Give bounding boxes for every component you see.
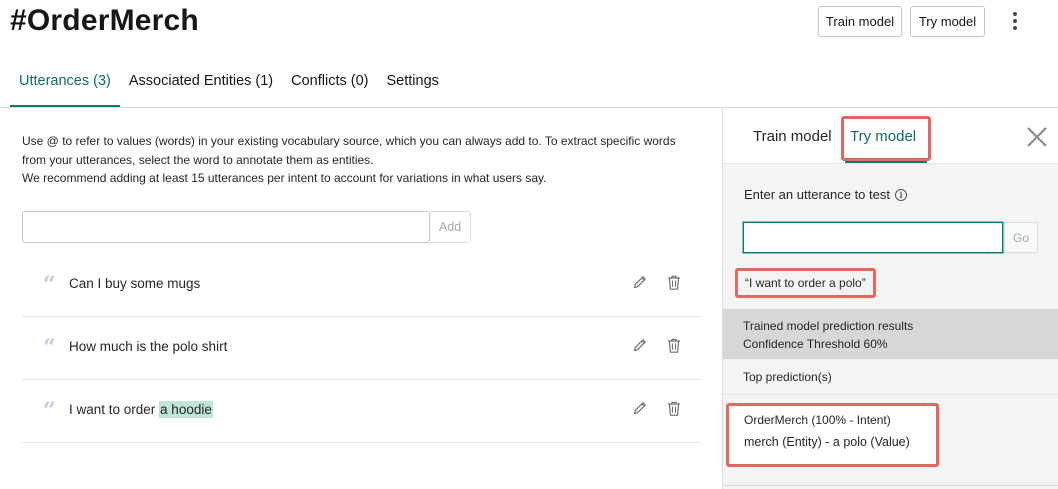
panel-tab-try-model[interactable]: Try model <box>850 128 916 145</box>
confidence-threshold: Confidence Threshold 60% <box>743 337 888 351</box>
utterance-text: How much is the polo shirt <box>69 339 227 354</box>
tab-associated-entities[interactable]: Associated Entities (1) <box>120 62 282 107</box>
description-line: from your utterances, select the word to… <box>22 152 374 167</box>
prediction-result: OrderMerch (100% - Intent) merch (Entity… <box>726 403 939 467</box>
utterance-prefix: Can I buy some mugs <box>69 276 201 291</box>
utterance-row[interactable]: “ I want to order a hoodie <box>22 380 702 443</box>
add-utterance-button[interactable]: Add <box>430 211 471 243</box>
utterances-description: Use @ to refer to values (words) in your… <box>22 132 702 188</box>
trash-icon[interactable] <box>665 272 683 292</box>
test-input-label: Enter an utterance to test i <box>744 187 907 202</box>
intent-tabs: Utterances (3) Associated Entities (1) C… <box>10 62 448 108</box>
results-title: Trained model prediction results <box>743 319 914 333</box>
trash-icon[interactable] <box>665 335 683 355</box>
overflow-menu-vertical-icon[interactable] <box>1005 10 1025 32</box>
test-utterance-input[interactable] <box>743 222 1003 253</box>
utterances-panel: Use @ to refer to values (words) in your… <box>0 108 722 489</box>
info-icon[interactable]: i <box>894 188 907 201</box>
predictions-divider <box>723 394 1058 395</box>
utterance-row[interactable]: “ Can I buy some mugs <box>22 254 702 317</box>
edit-icon[interactable] <box>631 398 649 418</box>
train-model-button[interactable]: Train model <box>818 6 902 37</box>
prediction-results-header: Trained model prediction results Confide… <box>723 309 1058 359</box>
close-icon[interactable] <box>1025 125 1049 149</box>
utterance-text: I want to order a hoodie <box>69 401 213 418</box>
try-model-panel: Train model Try model Enter an utterance… <box>722 108 1058 489</box>
description-line: We recommend adding at least 15 utteranc… <box>22 171 547 185</box>
top-predictions-label: Top prediction(s) <box>743 370 832 384</box>
try-model-body: Enter an utterance to test i Go “I want … <box>723 164 1058 489</box>
try-model-button[interactable]: Try model <box>910 6 985 37</box>
utterance-prefix: I want to order <box>69 402 160 417</box>
edit-icon[interactable] <box>631 272 649 292</box>
utterance-text: Can I buy some mugs <box>69 276 200 291</box>
tab-settings[interactable]: Settings <box>378 62 448 107</box>
entity-annotation[interactable]: a hoodie <box>159 401 213 418</box>
panel-tab-train-model[interactable]: Train model <box>753 128 832 145</box>
tab-conflicts[interactable]: Conflicts (0) <box>282 62 377 107</box>
page-title: #OrderMerch <box>10 4 199 37</box>
utterance-prefix: How much is the polo shirt <box>69 339 228 354</box>
predicted-entity: merch (Entity) - a polo (Value) <box>744 435 910 449</box>
panel-bottom-divider <box>723 485 1058 486</box>
quote-icon: “ <box>43 335 56 361</box>
go-button[interactable]: Go <box>1004 222 1038 253</box>
tested-utterance: “I want to order a polo” <box>735 268 876 298</box>
edit-icon[interactable] <box>631 335 649 355</box>
predicted-intent: OrderMerch (100% - Intent) <box>744 413 891 427</box>
quote-icon: “ <box>43 398 56 424</box>
quote-icon: “ <box>43 272 56 298</box>
trash-icon[interactable] <box>665 398 683 418</box>
test-input-label-text: Enter an utterance to test <box>744 187 890 202</box>
utterance-row[interactable]: “ How much is the polo shirt <box>22 317 702 380</box>
description-line: Use @ to refer to values (words) in your… <box>22 134 676 148</box>
new-utterance-input[interactable] <box>22 211 430 243</box>
tab-utterances[interactable]: Utterances (3) <box>10 62 120 107</box>
